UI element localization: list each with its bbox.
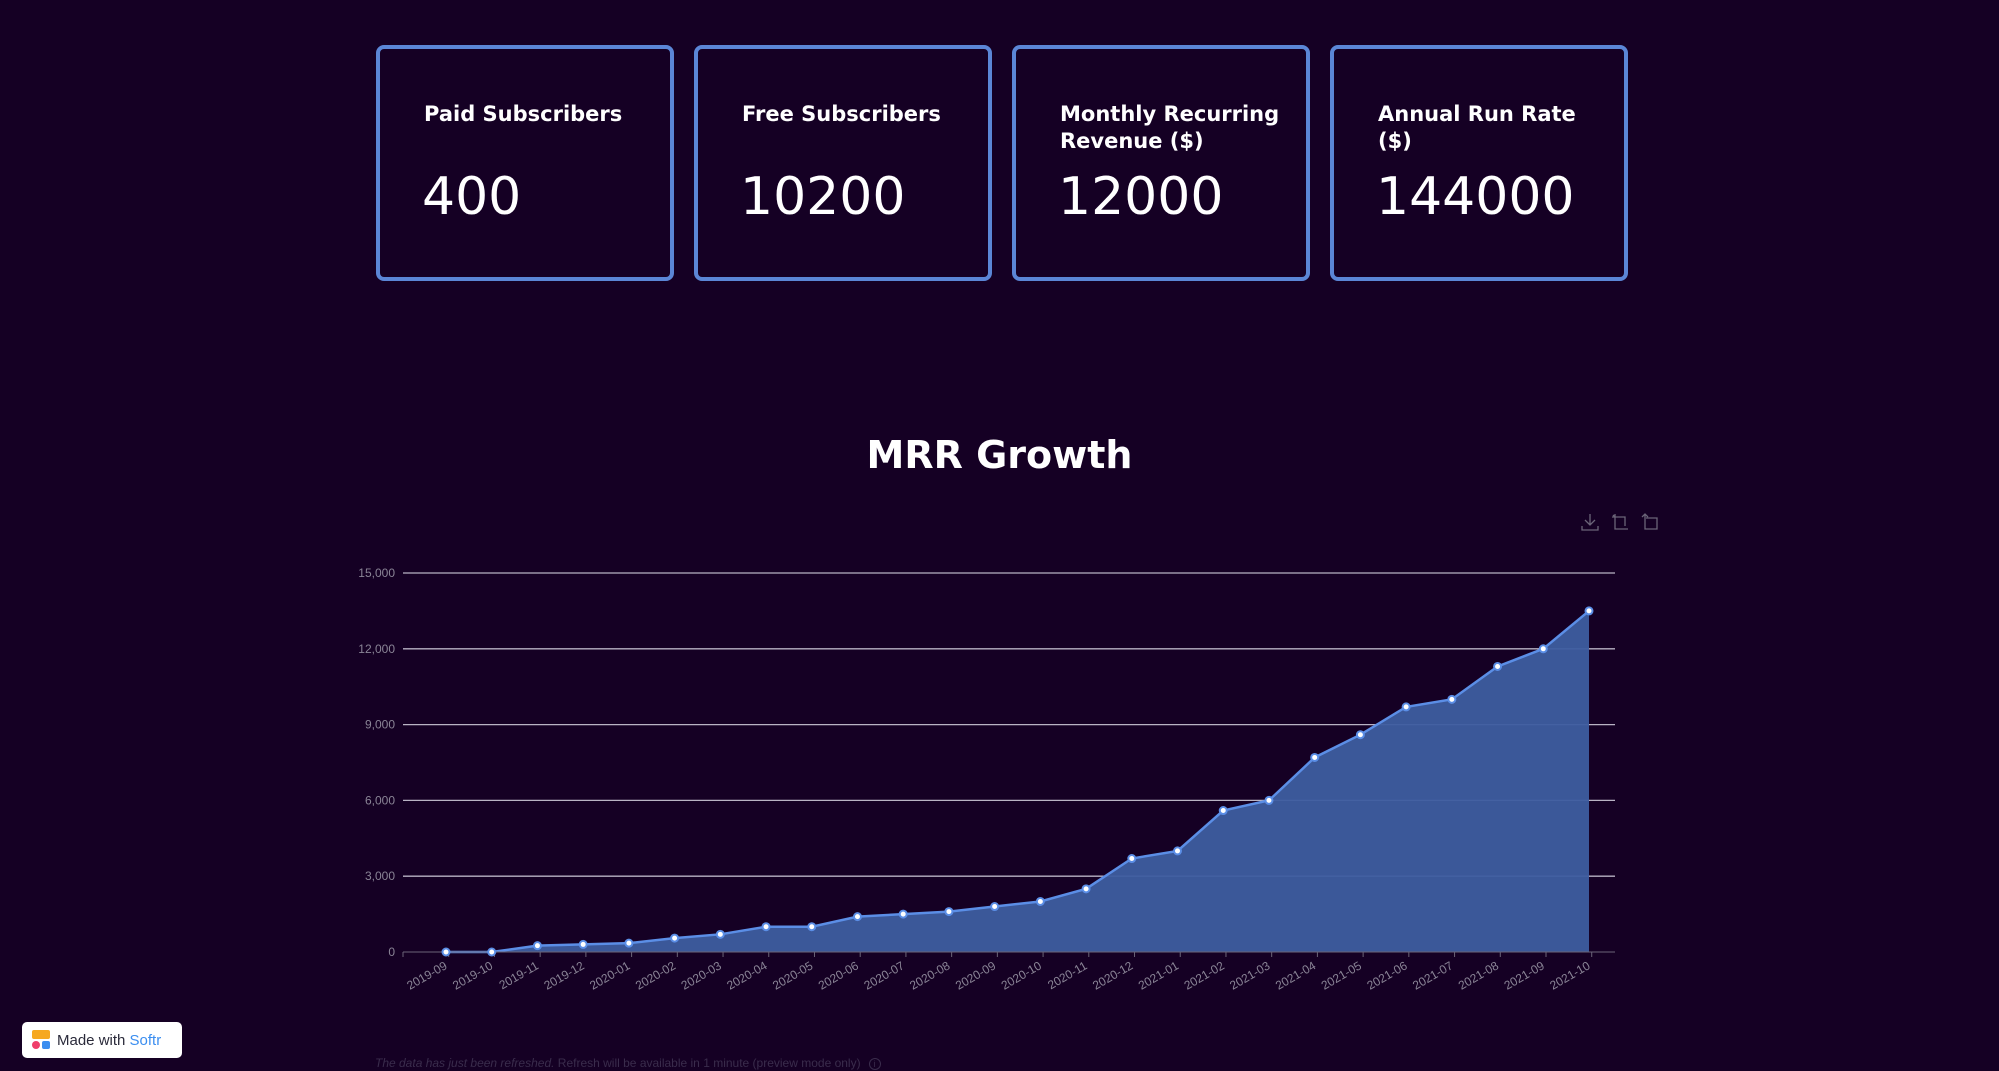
x-tick-label: 2019-12 — [542, 958, 587, 992]
x-tick-label: 2021-07 — [1410, 958, 1455, 992]
badge-label: Made with Softr — [57, 1032, 161, 1049]
y-tick-label: 3,000 — [365, 869, 395, 883]
crop-icon[interactable] — [1610, 512, 1630, 532]
kpi-card-mrr: Monthly Recurring Revenue ($) 12000 — [1012, 45, 1310, 281]
data-point[interactable] — [532, 941, 542, 951]
data-point[interactable] — [1310, 752, 1320, 762]
data-point[interactable] — [1264, 795, 1274, 805]
data-point[interactable] — [1355, 730, 1365, 740]
data-point[interactable] — [1127, 854, 1137, 864]
data-point[interactable] — [761, 922, 771, 932]
data-point[interactable] — [578, 939, 588, 949]
x-tick-label: 2021-02 — [1182, 958, 1227, 992]
kpi-title: Monthly Recurring Revenue ($) — [1060, 102, 1280, 153]
x-tick-label: 2020-02 — [633, 958, 678, 992]
x-tick-label: 2020-09 — [953, 958, 998, 992]
kpi-cards: Paid Subscribers 400 Free Subscribers 10… — [376, 45, 1628, 281]
x-tick-label: 2021-06 — [1364, 958, 1409, 992]
kpi-title: Paid Subscribers — [424, 102, 623, 126]
data-point[interactable] — [1538, 644, 1548, 654]
x-tick-label: 2019-11 — [497, 958, 542, 992]
y-tick-label: 15,000 — [358, 566, 395, 580]
kpi-card-free-subscribers: Free Subscribers 10200 — [694, 45, 992, 281]
series-line — [446, 609, 1590, 954]
x-tick-label: 2020-12 — [1090, 958, 1135, 992]
x-tick-label: 2019-09 — [404, 958, 449, 992]
data-point[interactable] — [852, 912, 862, 922]
x-tick-label: 2019-10 — [450, 958, 495, 992]
data-point[interactable] — [1493, 661, 1503, 671]
refresh-note: The data has just been refreshed. Refres… — [375, 1056, 881, 1070]
kpi-card-paid-subscribers: Paid Subscribers 400 — [376, 45, 674, 281]
x-tick-label: 2021-01 — [1136, 958, 1181, 992]
y-tick-label: 12,000 — [358, 642, 395, 656]
badge-prefix: Made with — [57, 1031, 130, 1049]
data-point[interactable] — [807, 922, 817, 932]
y-tick-label: 6,000 — [365, 793, 395, 807]
data-point[interactable] — [487, 947, 497, 957]
refresh-note-italic: The data has just been refreshed. — [375, 1056, 555, 1070]
data-point[interactable] — [944, 907, 954, 917]
x-tick-label: 2020-06 — [816, 958, 861, 992]
x-tick-label: 2021-05 — [1319, 958, 1364, 992]
data-point[interactable] — [1584, 606, 1594, 616]
x-tick-label: 2021-09 — [1502, 958, 1547, 992]
y-tick-label: 0 — [388, 945, 395, 959]
x-tick-label: 2021-03 — [1227, 958, 1272, 992]
chart-toolbar — [1580, 512, 1660, 532]
x-tick-label: 2020-01 — [587, 958, 632, 992]
kpi-value: 10200 — [740, 167, 906, 227]
data-point[interactable] — [1081, 884, 1091, 894]
x-tick-label: 2020-07 — [862, 958, 907, 992]
info-icon[interactable]: i — [868, 1057, 881, 1070]
kpi-value: 12000 — [1058, 167, 1224, 227]
area-fill — [446, 610, 1589, 952]
data-point[interactable] — [624, 938, 634, 948]
x-tick-label: 2020-08 — [907, 958, 952, 992]
badge-brand: Softr — [129, 1031, 162, 1049]
data-point[interactable] — [1447, 694, 1457, 704]
refresh-note-text: Refresh will be available in 1 minute (p… — [554, 1056, 861, 1070]
x-tick-label: 2020-10 — [999, 958, 1044, 992]
kpi-value: 144000 — [1376, 167, 1575, 227]
x-tick-label: 2021-04 — [1273, 958, 1318, 992]
data-point[interactable] — [1401, 702, 1411, 712]
data-point[interactable] — [670, 933, 680, 943]
reset-icon[interactable] — [1640, 512, 1660, 532]
x-tick-label: 2021-10 — [1547, 958, 1592, 992]
kpi-title: Annual Run Rate ($) — [1378, 102, 1576, 153]
data-point[interactable] — [898, 909, 908, 919]
x-tick-label: 2020-03 — [679, 958, 724, 992]
chart-title: MRR Growth — [866, 433, 1133, 477]
kpi-title: Free Subscribers — [742, 102, 941, 126]
softr-logo-icon — [32, 1030, 50, 1050]
x-tick-label: 2020-05 — [770, 958, 815, 992]
data-point[interactable] — [715, 929, 725, 939]
download-icon[interactable] — [1580, 512, 1600, 532]
data-point[interactable] — [990, 902, 1000, 912]
data-point[interactable] — [1173, 846, 1183, 856]
data-point[interactable] — [441, 947, 451, 957]
data-point[interactable] — [1035, 896, 1045, 906]
x-tick-label: 2020-04 — [724, 958, 769, 992]
y-tick-label: 9,000 — [365, 718, 395, 732]
x-tick-label: 2021-08 — [1456, 958, 1501, 992]
data-point[interactable] — [1218, 806, 1228, 816]
x-tick-label: 2020-11 — [1045, 958, 1090, 992]
kpi-card-arr: Annual Run Rate ($) 144000 — [1330, 45, 1628, 281]
made-with-softr-badge[interactable]: Made with Softr — [22, 1022, 182, 1058]
kpi-value: 400 — [422, 167, 522, 227]
